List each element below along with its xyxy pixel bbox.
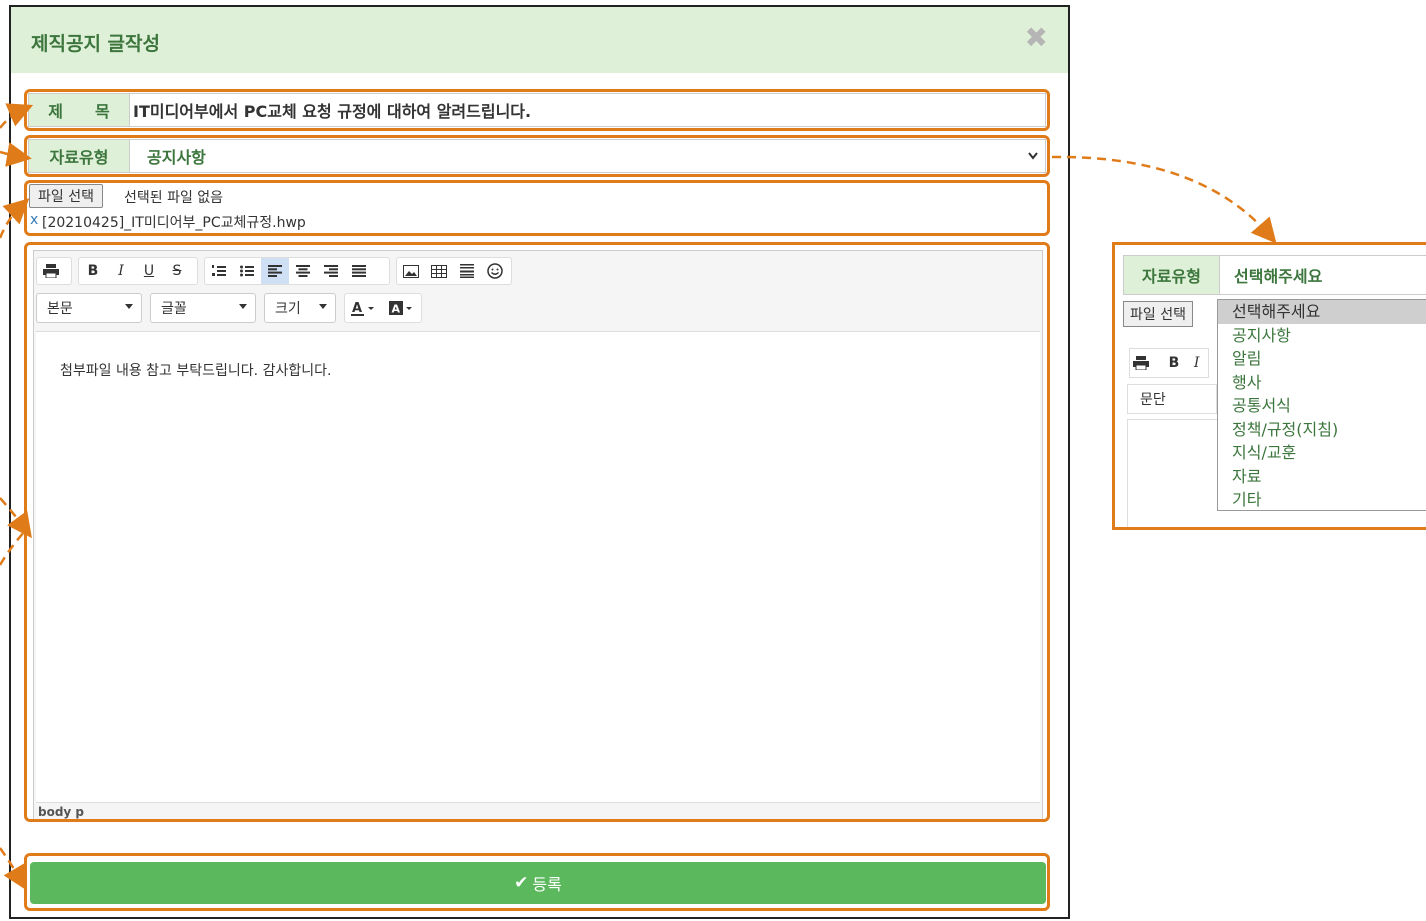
zoom-file-select-button[interactable]: 파일 선택 [1123,301,1193,327]
print-icon[interactable] [1130,350,1153,376]
type-options-list: 선택해주세요 공지사항 알림 행사 공통서식 정책/규정(지침) 지식/교훈 자… [1217,299,1426,511]
highlight-editor [24,242,1050,822]
zoom-toolbar: B I [1129,348,1209,378]
dropdown-zoom-panel: 자료유형 선택해주세요 파일 선택 B I 문단 선택해주세요 공지사항 알림 … [1112,242,1426,530]
type-option[interactable]: 행사 [1218,371,1426,395]
type-option[interactable]: 기타 [1218,488,1426,512]
highlight-file-row [24,180,1050,236]
highlight-submit [24,853,1050,911]
zoom-type-row: 자료유형 선택해주세요 [1123,255,1426,295]
close-icon[interactable]: ✖ [1025,21,1048,54]
type-option[interactable]: 공지사항 [1218,324,1426,348]
italic-icon[interactable]: I [1185,350,1208,376]
zoom-type-label: 자료유형 [1124,256,1220,294]
type-option[interactable]: 정책/규정(지침) [1218,418,1426,442]
modal-header: 제직공지 글작성 ✖ [11,7,1068,73]
zoom-paragraph-select[interactable]: 문단 [1127,384,1217,414]
highlight-title-row [24,89,1050,131]
type-option[interactable]: 선택해주세요 [1218,300,1426,324]
zoom-type-select[interactable]: 선택해주세요 [1234,256,1322,294]
type-option[interactable]: 공통서식 [1218,394,1426,418]
type-option[interactable]: 자료 [1218,465,1426,489]
highlight-type-row [24,135,1050,177]
type-option[interactable]: 지식/교훈 [1218,441,1426,465]
type-option[interactable]: 알림 [1218,347,1426,371]
modal-title: 제직공지 글작성 [31,33,160,55]
bold-icon[interactable]: B [1163,350,1186,376]
